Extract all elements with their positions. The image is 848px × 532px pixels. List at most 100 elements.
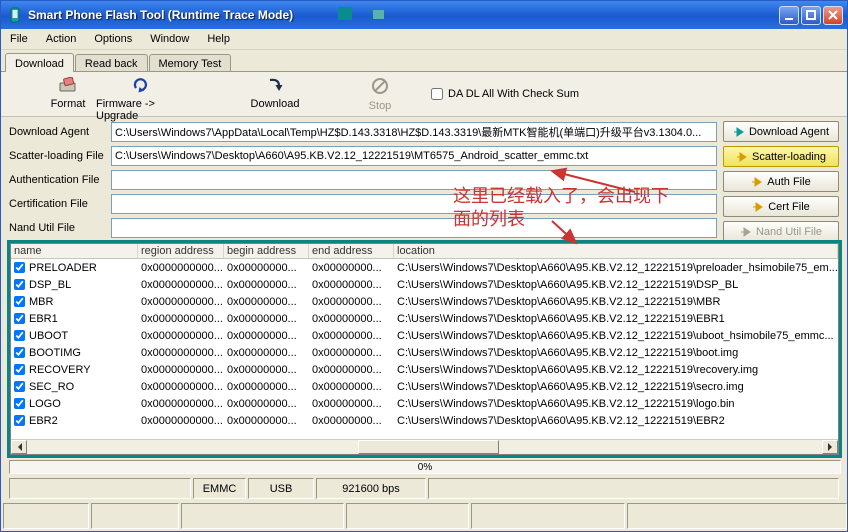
firmware-upgrade-button[interactable]: Firmware -> Upgrade: [96, 77, 186, 115]
col-header-begin-address[interactable]: begin address: [224, 244, 309, 258]
table-row[interactable]: DSP_BL 0x0000000000... 0x00000000... 0x0…: [11, 276, 838, 293]
row-end: 0x00000000...: [309, 364, 394, 376]
row-location: C:\Users\Windows7\Desktop\A660\A95.KB.V2…: [394, 279, 838, 291]
row-region: 0x0000000000...: [138, 398, 224, 410]
annotation-mark: [373, 10, 384, 19]
nand-util-label: Nand Util File: [9, 218, 111, 238]
table-row[interactable]: PRELOADER 0x0000000000... 0x00000000... …: [11, 259, 838, 276]
scatter-file-input[interactable]: [111, 146, 717, 166]
row-name-cell: DSP_BL: [11, 279, 138, 291]
auth-file-button[interactable]: Auth File: [723, 171, 839, 192]
row-checkbox[interactable]: [14, 279, 25, 290]
nand-util-button: Nand Util File: [723, 221, 839, 242]
bottom-status-cell-5: [471, 503, 625, 529]
row-location: C:\Users\Windows7\Desktop\A660\A95.KB.V2…: [394, 347, 838, 359]
minimize-button[interactable]: [779, 6, 799, 25]
row-name-cell: SEC_RO: [11, 381, 138, 393]
row-begin: 0x00000000...: [224, 330, 309, 342]
menu-help[interactable]: Help: [198, 31, 239, 47]
tab-download[interactable]: Download: [5, 53, 74, 72]
table-row[interactable]: SEC_RO 0x0000000000... 0x00000000... 0x0…: [11, 378, 838, 395]
row-checkbox[interactable]: [14, 330, 25, 341]
download-agent-input[interactable]: [111, 122, 717, 142]
form-row-nand: Nand Util File: [9, 218, 717, 238]
arrow-icon: [733, 127, 744, 137]
row-begin: 0x00000000...: [224, 381, 309, 393]
auth-file-input[interactable]: [111, 170, 717, 190]
row-region: 0x0000000000...: [138, 313, 224, 325]
auth-file-label: Authentication File: [9, 170, 111, 190]
col-header-name[interactable]: name: [11, 244, 138, 258]
scroll-left-button[interactable]: [11, 440, 27, 454]
row-end: 0x00000000...: [309, 279, 394, 291]
da-dl-checksum-option[interactable]: DA DL All With Check Sum: [431, 88, 579, 100]
row-begin: 0x00000000...: [224, 347, 309, 359]
table-row[interactable]: RECOVERY 0x0000000000... 0x00000000... 0…: [11, 361, 838, 378]
row-name-cell: RECOVERY: [11, 364, 138, 376]
cert-file-input[interactable]: [111, 194, 717, 214]
table-row[interactable]: MBR 0x0000000000... 0x00000000... 0x0000…: [11, 293, 838, 310]
col-header-end-address[interactable]: end address: [309, 244, 394, 258]
scatter-loading-button[interactable]: Scatter-loading: [723, 146, 839, 167]
row-name-cell: UBOOT: [11, 330, 138, 342]
row-name-cell: EBR2: [11, 415, 138, 427]
table-row[interactable]: UBOOT 0x0000000000... 0x00000000... 0x00…: [11, 327, 838, 344]
menu-action[interactable]: Action: [37, 31, 86, 47]
horizontal-scrollbar[interactable]: [11, 439, 838, 454]
window-title: Smart Phone Flash Tool (Runtime Trace Mo…: [28, 8, 777, 22]
status-bar: EMMC USB 921600 bps: [9, 478, 841, 499]
row-checkbox[interactable]: [14, 313, 25, 324]
stop-icon: [371, 77, 389, 98]
row-region: 0x0000000000...: [138, 262, 224, 274]
row-checkbox[interactable]: [14, 347, 25, 358]
menu-window[interactable]: Window: [141, 31, 198, 47]
row-checkbox[interactable]: [14, 262, 25, 273]
row-name: SEC_RO: [29, 381, 74, 393]
table-row[interactable]: LOGO 0x0000000000... 0x00000000... 0x000…: [11, 395, 838, 412]
right-arrow-icon: [828, 443, 836, 451]
scroll-right-button[interactable]: [822, 440, 838, 454]
arrow-icon: [736, 152, 747, 162]
status-port: USB: [248, 478, 314, 499]
row-checkbox[interactable]: [14, 381, 25, 392]
download-agent-label: Download Agent: [9, 122, 111, 142]
row-checkbox[interactable]: [14, 296, 25, 307]
menu-file[interactable]: File: [1, 31, 37, 47]
row-checkbox[interactable]: [14, 415, 25, 426]
scrollbar-thumb[interactable]: [358, 440, 499, 454]
close-button[interactable]: [823, 6, 843, 25]
row-name-cell: BOOTIMG: [11, 347, 138, 359]
row-region: 0x0000000000...: [138, 347, 224, 359]
cert-file-button[interactable]: Cert File: [723, 196, 839, 217]
table-row[interactable]: EBR1 0x0000000000... 0x00000000... 0x000…: [11, 310, 838, 327]
partition-table: name region address begin address end ad…: [10, 243, 839, 455]
tab-memory-test[interactable]: Memory Test: [149, 54, 232, 72]
row-location: C:\Users\Windows7\Desktop\A660\A95.KB.V2…: [394, 296, 838, 308]
download-tool-button[interactable]: Download: [230, 77, 320, 115]
table-row[interactable]: EBR2 0x0000000000... 0x00000000... 0x000…: [11, 412, 838, 429]
nand-util-input[interactable]: [111, 218, 717, 238]
row-location: C:\Users\Windows7\Desktop\A660\A95.KB.V2…: [394, 398, 838, 410]
menu-bar: File Action Options Window Help: [1, 29, 847, 50]
maximize-button[interactable]: [801, 6, 821, 25]
tab-read-back[interactable]: Read back: [75, 54, 148, 72]
row-region: 0x0000000000...: [138, 279, 224, 291]
table-row[interactable]: BOOTIMG 0x0000000000... 0x00000000... 0x…: [11, 344, 838, 361]
row-checkbox[interactable]: [14, 398, 25, 409]
row-end: 0x00000000...: [309, 330, 394, 342]
row-name: EBR2: [29, 415, 58, 427]
row-name: LOGO: [29, 398, 61, 410]
row-name: EBR1: [29, 313, 58, 325]
progress-bar: 0%: [9, 460, 841, 474]
row-region: 0x0000000000...: [138, 296, 224, 308]
firmware-upgrade-icon: [132, 77, 150, 96]
row-name: DSP_BL: [29, 279, 71, 291]
col-header-location[interactable]: location: [394, 244, 838, 258]
download-agent-button[interactable]: Download Agent: [723, 121, 839, 142]
row-checkbox[interactable]: [14, 364, 25, 375]
col-header-region-address[interactable]: region address: [138, 244, 224, 258]
menu-options[interactable]: Options: [85, 31, 141, 47]
da-dl-checksum-checkbox[interactable]: [431, 88, 443, 100]
app-window: Smart Phone Flash Tool (Runtime Trace Mo…: [0, 0, 848, 532]
bottom-status-cell-3: [181, 503, 344, 529]
